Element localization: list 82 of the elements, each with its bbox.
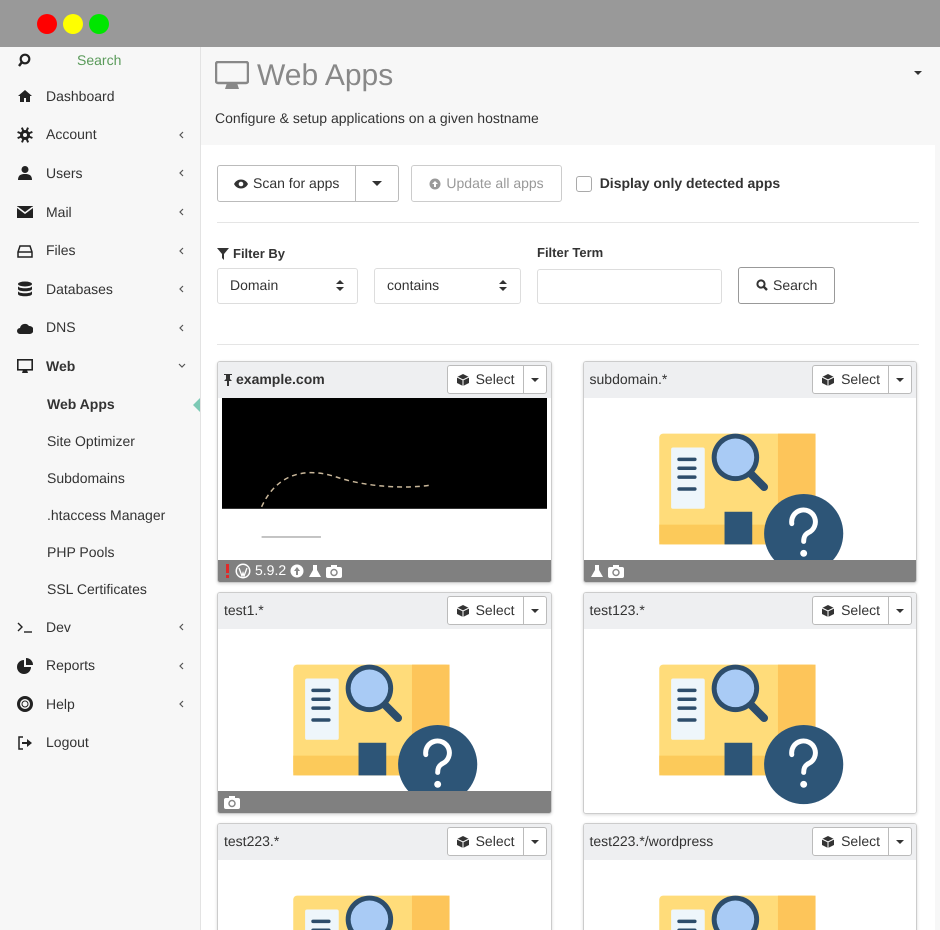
filter-field-select[interactable]: Domain <box>217 268 358 304</box>
sidebar-item[interactable]: Users <box>0 154 200 193</box>
scan-button[interactable]: Scan for apps <box>218 166 356 201</box>
cube-icon <box>456 834 470 848</box>
version-label: 5.9.2 <box>255 561 286 580</box>
sort-arrows-icon <box>335 279 345 292</box>
search-icon <box>18 53 32 67</box>
database-icon <box>17 281 33 298</box>
pie-chart-icon <box>17 658 33 674</box>
upload-icon <box>290 564 304 578</box>
sidebar-subitem[interactable]: Site Optimizer <box>0 422 200 460</box>
camera-icon <box>224 794 240 808</box>
sign-out-icon <box>17 734 33 751</box>
exclamation-icon <box>224 564 231 578</box>
sidebar-item[interactable]: Logout <box>0 724 200 762</box>
sidebar-item[interactable]: Mail <box>0 192 200 232</box>
caret-icon <box>530 608 538 612</box>
camera-icon <box>326 564 342 578</box>
app-domain: test223.*/wordpress <box>590 832 714 851</box>
user-icon <box>17 165 33 182</box>
upload-icon <box>429 178 442 190</box>
caret-icon <box>896 378 904 382</box>
cube-icon <box>821 372 836 386</box>
select-button[interactable]: Select <box>813 366 889 393</box>
sidebar-subitem[interactable]: Subdomains <box>0 460 200 497</box>
cube-icon <box>456 604 470 618</box>
envelope-icon <box>17 204 33 220</box>
wordpress-icon <box>235 562 251 578</box>
drive-icon <box>17 242 33 259</box>
checkbox-label: Display only detected apps <box>600 174 780 193</box>
funnel-icon <box>217 248 229 260</box>
caret-icon <box>896 608 904 612</box>
home-icon <box>17 88 33 104</box>
select-button[interactable]: Select <box>448 828 524 855</box>
page-title: Web Apps <box>257 58 394 94</box>
flask-icon <box>308 564 322 578</box>
lifebuoy-icon <box>17 696 33 712</box>
select-button[interactable]: Select <box>448 597 524 624</box>
window-control-button[interactable] <box>63 14 83 34</box>
checkbox[interactable] <box>576 176 592 192</box>
operator-select[interactable]: contains <box>374 268 521 304</box>
monitor-icon <box>215 60 249 90</box>
eye-icon <box>234 178 248 188</box>
caret-icon <box>530 378 538 382</box>
select-button[interactable]: Select <box>813 597 889 624</box>
camera-icon <box>608 564 624 578</box>
flask-icon <box>590 564 604 578</box>
filter-term-label: Filter Term <box>537 244 604 262</box>
sidebar-item[interactable]: Dev <box>0 608 200 646</box>
cube-icon <box>821 604 836 618</box>
select-button[interactable]: Select <box>813 828 889 855</box>
sidebar-item[interactable]: Web <box>0 347 200 386</box>
app-domain: example.com <box>236 370 326 389</box>
caret-icon <box>530 840 538 844</box>
sidebar-item[interactable]: DNS <box>0 308 200 348</box>
sidebar-subitem[interactable]: SSL Certificates <box>0 570 200 608</box>
sidebar-item[interactable]: Help <box>0 684 200 724</box>
cube-icon <box>821 834 836 848</box>
caret-icon <box>372 181 382 186</box>
sidebar-item[interactable]: Dashboard <box>0 77 200 116</box>
sidebar-item[interactable]: Account <box>0 116 200 154</box>
search-button[interactable]: Search <box>738 266 836 304</box>
sidebar-item[interactable]: Reports <box>0 646 200 685</box>
caret-icon[interactable] <box>914 71 922 75</box>
select-button[interactable]: Select <box>448 366 524 393</box>
filter-label: Filter By <box>233 245 286 263</box>
app-domain: test123.* <box>590 601 646 620</box>
page-subtitle: Configure & setup applications on a given hostname <box>215 109 540 128</box>
gear-icon <box>17 126 33 143</box>
sidebar-item[interactable]: Databases <box>0 270 200 309</box>
caret-icon <box>896 840 904 844</box>
search-icon <box>756 279 768 291</box>
sort-arrows-icon <box>498 279 508 292</box>
app-domain: test223.* <box>224 832 280 851</box>
sidebar-item[interactable]: Files <box>0 231 200 270</box>
filter-term-field[interactable] <box>537 268 722 304</box>
cube-icon <box>456 372 470 386</box>
monitor-icon <box>17 358 33 374</box>
app-domain: subdomain.* <box>590 370 668 389</box>
sidebar-subitem[interactable]: .htaccess Manager <box>0 496 200 534</box>
sidebar-subitem[interactable]: PHP Pools <box>0 534 200 571</box>
app-domain: test1.* <box>224 601 265 620</box>
